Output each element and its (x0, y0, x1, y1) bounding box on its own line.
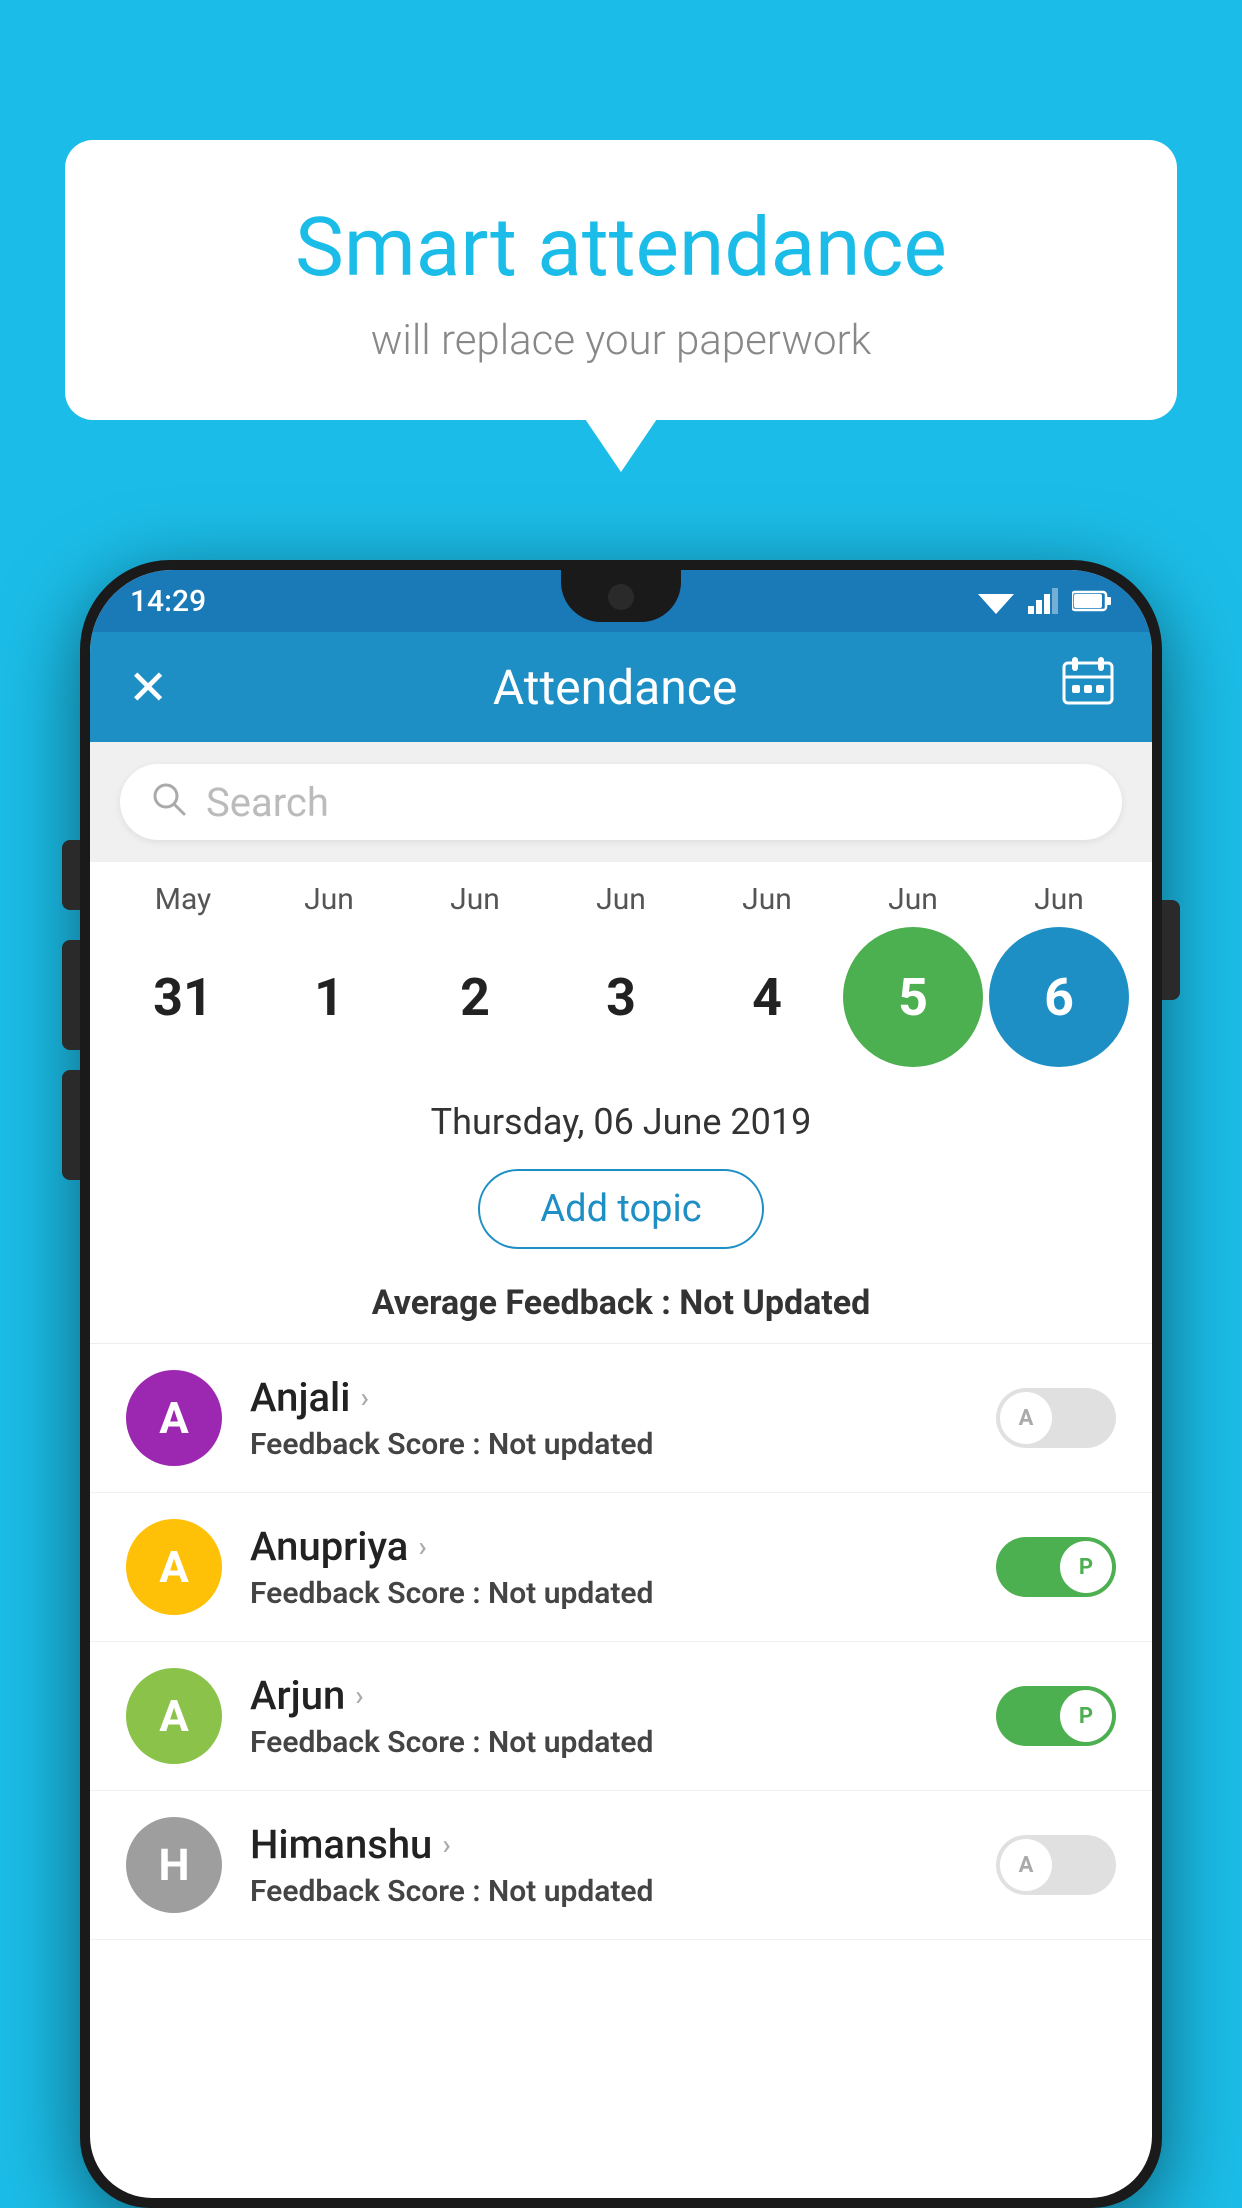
student-feedback-anjali: Feedback Score : Not updated (250, 1427, 968, 1462)
attendance-toggle-anupriya[interactable]: P (996, 1537, 1116, 1597)
student-feedback-himanshu: Feedback Score : Not updated (250, 1874, 968, 1909)
silent-button[interactable] (62, 840, 80, 910)
add-topic-button[interactable]: Add topic (478, 1169, 763, 1249)
student-feedback-anupriya: Feedback Score : Not updated (250, 1576, 968, 1611)
toggle-thumb-anjali: A (1000, 1392, 1052, 1444)
student-info-anjali: Anjali › Feedback Score : Not updated (250, 1374, 968, 1462)
cal-month-1: Jun (259, 882, 399, 917)
cal-month-3: Jun (551, 882, 691, 917)
attendance-toggle-arjun[interactable]: P (996, 1686, 1116, 1746)
app-title: Attendance (493, 659, 738, 716)
cal-month-5: Jun (843, 882, 983, 917)
search-bar[interactable]: Search (120, 764, 1122, 840)
student-item-arjun[interactable]: A Arjun › Feedback Score : Not updated P (90, 1642, 1152, 1791)
speech-bubble-title: Smart attendance (125, 200, 1117, 296)
cal-month-0: May (113, 882, 253, 917)
search-container: Search (90, 742, 1152, 862)
toggle-arjun[interactable]: P (996, 1686, 1116, 1746)
phone-frame: 14:29 (80, 560, 1162, 2208)
search-placeholder: Search (206, 779, 329, 826)
student-item-himanshu[interactable]: H Himanshu › Feedback Score : Not update… (90, 1791, 1152, 1940)
status-bar: 14:29 (90, 570, 1152, 632)
volume-down-button[interactable] (62, 1070, 80, 1180)
cal-month-6: Jun (989, 882, 1129, 917)
phone-screen: 14:29 (90, 570, 1152, 2198)
avg-feedback-value: Not Updated (679, 1283, 870, 1323)
calendar-icon (1062, 655, 1114, 707)
add-topic-container: Add topic (90, 1159, 1152, 1273)
student-feedback-arjun: Feedback Score : Not updated (250, 1725, 968, 1760)
calendar-dates-row: 31 1 2 3 4 5 6 (110, 927, 1132, 1067)
student-info-arjun: Arjun › Feedback Score : Not updated (250, 1672, 968, 1760)
cal-date-3[interactable]: 3 (551, 927, 691, 1067)
student-item-anupriya[interactable]: A Anupriya › Feedback Score : Not update… (90, 1493, 1152, 1642)
attendance-toggle-anjali[interactable]: A (996, 1388, 1116, 1448)
student-name-anupriya: Anupriya › (250, 1523, 968, 1570)
student-list: A Anjali › Feedback Score : Not updated … (90, 1344, 1152, 1940)
status-time: 14:29 (130, 584, 206, 619)
wifi-icon (978, 588, 1014, 614)
speech-bubble-container: Smart attendance will replace your paper… (65, 140, 1177, 420)
cal-date-6[interactable]: 6 (989, 927, 1129, 1067)
avatar-himanshu: H (126, 1817, 222, 1913)
cal-month-2: Jun (405, 882, 545, 917)
app-bar: ✕ Attendance (90, 632, 1152, 742)
toggle-thumb-himanshu: A (1000, 1839, 1052, 1891)
student-item-anjali[interactable]: A Anjali › Feedback Score : Not updated … (90, 1344, 1152, 1493)
avg-feedback-label: Average Feedback : (372, 1283, 680, 1323)
cal-month-4: Jun (697, 882, 837, 917)
cal-date-5[interactable]: 5 (843, 927, 983, 1067)
search-icon (150, 780, 186, 825)
calendar-strip: May Jun Jun Jun Jun Jun Jun 31 1 2 3 4 5… (90, 862, 1152, 1077)
toggle-thumb-anupriya: P (1060, 1541, 1112, 1593)
volume-up-button[interactable] (62, 940, 80, 1050)
close-button[interactable]: ✕ (128, 659, 168, 716)
cal-date-2[interactable]: 2 (405, 927, 545, 1067)
power-button[interactable] (1162, 900, 1180, 1000)
chevron-icon: › (355, 1679, 363, 1712)
selected-date-display: Thursday, 06 June 2019 (90, 1077, 1152, 1159)
attendance-toggle-himanshu[interactable]: A (996, 1835, 1116, 1895)
toggle-himanshu[interactable]: A (996, 1835, 1116, 1895)
student-info-anupriya: Anupriya › Feedback Score : Not updated (250, 1523, 968, 1611)
calendar-button[interactable] (1062, 655, 1114, 719)
front-camera (608, 584, 634, 610)
avatar-anupriya: A (126, 1519, 222, 1615)
chevron-icon: › (360, 1381, 368, 1414)
student-name-himanshu: Himanshu › (250, 1821, 968, 1868)
chevron-icon: › (418, 1530, 426, 1563)
toggle-anjali[interactable]: A (996, 1388, 1116, 1448)
speech-bubble: Smart attendance will replace your paper… (65, 140, 1177, 420)
cal-date-0[interactable]: 31 (113, 927, 253, 1067)
avatar-anjali: A (126, 1370, 222, 1466)
student-info-himanshu: Himanshu › Feedback Score : Not updated (250, 1821, 968, 1909)
signal-icon (1028, 588, 1058, 614)
avatar-arjun: A (126, 1668, 222, 1764)
student-name-arjun: Arjun › (250, 1672, 968, 1719)
battery-icon (1072, 590, 1112, 612)
toggle-anupriya[interactable]: P (996, 1537, 1116, 1597)
chevron-icon: › (442, 1828, 450, 1861)
cal-date-1[interactable]: 1 (259, 927, 399, 1067)
speech-bubble-subtitle: will replace your paperwork (125, 316, 1117, 365)
notch (561, 570, 681, 622)
avg-feedback: Average Feedback : Not Updated (90, 1273, 1152, 1344)
toggle-thumb-arjun: P (1060, 1690, 1112, 1742)
cal-date-4[interactable]: 4 (697, 927, 837, 1067)
student-name-anjali: Anjali › (250, 1374, 968, 1421)
status-icons (978, 588, 1112, 614)
calendar-months-row: May Jun Jun Jun Jun Jun Jun (110, 882, 1132, 917)
